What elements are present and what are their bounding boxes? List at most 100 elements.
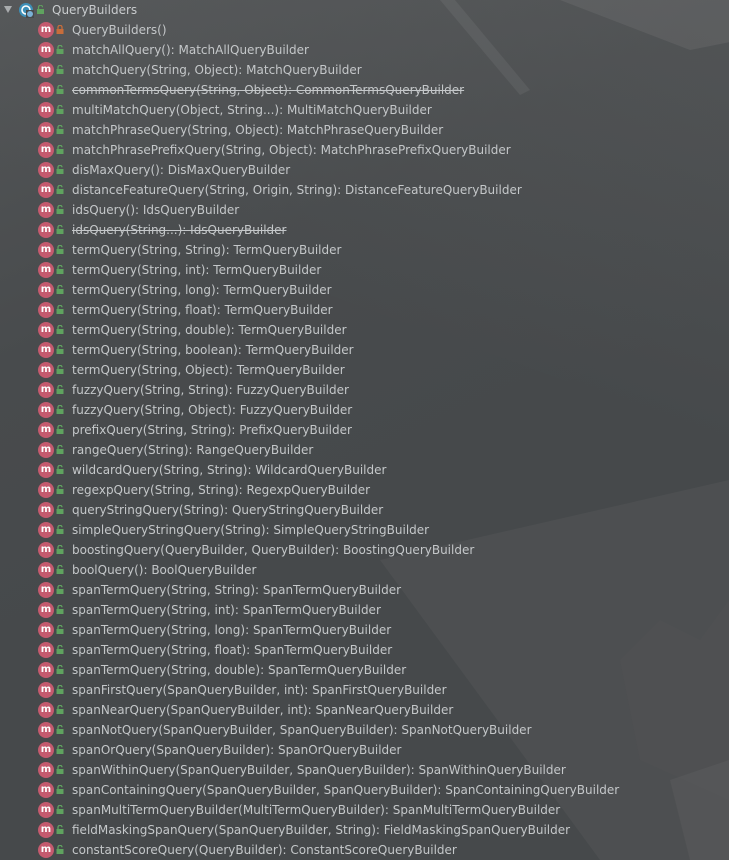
method-row[interactable]: m distanceFeatureQuery(String, Origin, St… (0, 180, 729, 200)
method-icon: m (38, 442, 54, 458)
method-label: spanMultiTermQueryBuilder(MultiTermQuery… (72, 803, 561, 817)
method-row[interactable]: m simpleQueryStringQuery(String): SimpleQ… (0, 520, 729, 540)
method-row[interactable]: m regexpQuery(String, String): RegexpQuer… (0, 480, 729, 500)
method-icon: m (38, 482, 54, 498)
method-row[interactable]: m termQuery(String, long): TermQueryBuild… (0, 280, 729, 300)
tree-root-node[interactable]: QueryBuilders (0, 0, 729, 20)
method-row[interactable]: m spanContainingQuery(SpanQueryBuilder, S… (0, 780, 729, 800)
method-row[interactable]: m spanOrQuery(SpanQueryBuilder): SpanOrQu… (0, 740, 729, 760)
method-row[interactable]: m idsQuery(): IdsQueryBuilder (0, 200, 729, 220)
method-row[interactable]: m rangeQuery(String): RangeQueryBuilder (0, 440, 729, 460)
method-label: boolQuery(): BoolQueryBuilder (72, 563, 257, 577)
method-row[interactable]: m termQuery(String, float): TermQueryBuil… (0, 300, 729, 320)
method-row[interactable]: m fuzzyQuery(String, String): FuzzyQueryB… (0, 380, 729, 400)
method-icon: m (38, 302, 54, 318)
method-icon: m (38, 282, 54, 298)
method-row[interactable]: m boostingQuery(QueryBuilder, QueryBuilde… (0, 540, 729, 560)
method-row[interactable]: m constantScoreQuery(QueryBuilder): Const… (0, 840, 729, 860)
method-label: boostingQuery(QueryBuilder, QueryBuilder… (72, 543, 475, 557)
method-icon: m (38, 402, 54, 418)
method-row[interactable]: m QueryBuilders() (0, 20, 729, 40)
method-icon: m (38, 222, 54, 238)
method-row[interactable]: m boolQuery(): BoolQueryBuilder (0, 560, 729, 580)
method-row[interactable]: m multiMatchQuery(Object, String...): Mul… (0, 100, 729, 120)
method-row[interactable]: m disMaxQuery(): DisMaxQueryBuilder (0, 160, 729, 180)
method-row[interactable]: m matchPhraseQuery(String, Object): Match… (0, 120, 729, 140)
method-row[interactable]: m matchPhrasePrefixQuery(String, Object):… (0, 140, 729, 160)
unlock-icon (56, 405, 64, 414)
method-icon: m (38, 122, 54, 138)
unlock-icon (56, 605, 64, 614)
method-icon: m (38, 62, 54, 78)
method-row[interactable]: m spanNotQuery(SpanQueryBuilder, SpanQuer… (0, 720, 729, 740)
unlock-icon (56, 825, 64, 834)
method-row[interactable]: m matchAllQuery(): MatchAllQueryBuilder (0, 40, 729, 60)
method-row[interactable]: m termQuery(String, Object): TermQueryBui… (0, 360, 729, 380)
unlock-icon (56, 505, 64, 514)
method-row[interactable]: m matchQuery(String, Object): MatchQueryB… (0, 60, 729, 80)
unlock-icon (56, 805, 64, 814)
method-label: termQuery(String, float): TermQueryBuild… (72, 303, 333, 317)
method-label: matchAllQuery(): MatchAllQueryBuilder (72, 43, 309, 57)
unlock-icon (56, 365, 64, 374)
unlock-icon (56, 525, 64, 534)
method-row[interactable]: m spanTermQuery(String, int): SpanTermQue… (0, 600, 729, 620)
method-icon: m (38, 142, 54, 158)
method-row[interactable]: m fieldMaskingSpanQuery(SpanQueryBuilder,… (0, 820, 729, 840)
method-row[interactable]: m spanFirstQuery(SpanQueryBuilder, int): … (0, 680, 729, 700)
unlock-icon (56, 245, 64, 254)
method-row[interactable]: m spanTermQuery(String, long): SpanTermQu… (0, 620, 729, 640)
method-row[interactable]: m spanNearQuery(SpanQueryBuilder, int): S… (0, 700, 729, 720)
unlock-icon (56, 165, 64, 174)
method-row[interactable]: m termQuery(String, double): TermQueryBui… (0, 320, 729, 340)
unlock-icon (56, 765, 64, 774)
unlock-icon (56, 745, 64, 754)
method-label: queryStringQuery(String): QueryStringQue… (72, 503, 384, 517)
method-icon: m (38, 602, 54, 618)
method-icon: m (38, 622, 54, 638)
unlock-icon (56, 85, 64, 94)
unlock-icon (56, 565, 64, 574)
method-label: spanTermQuery(String, long): SpanTermQue… (72, 623, 392, 637)
unlock-icon (56, 325, 64, 334)
method-label: wildcardQuery(String, String): WildcardQ… (72, 463, 387, 477)
method-row[interactable]: m termQuery(String, String): TermQueryBui… (0, 240, 729, 260)
method-row[interactable]: m fuzzyQuery(String, Object): FuzzyQueryB… (0, 400, 729, 420)
method-row[interactable]: m idsQuery(String...): IdsQueryBuilder (0, 220, 729, 240)
unlock-icon (56, 145, 64, 154)
unlock-icon (56, 125, 64, 134)
unlock-icon (56, 465, 64, 474)
unlock-icon (56, 705, 64, 714)
method-row[interactable]: m commonTermsQuery(String, Object): Commo… (0, 80, 729, 100)
method-icon: m (38, 162, 54, 178)
method-row[interactable]: m prefixQuery(String, String): PrefixQuer… (0, 420, 729, 440)
method-row[interactable]: m wildcardQuery(String, String): Wildcard… (0, 460, 729, 480)
method-row[interactable]: m queryStringQuery(String): QueryStringQu… (0, 500, 729, 520)
method-row[interactable]: m termQuery(String, int): TermQueryBuilde… (0, 260, 729, 280)
method-label: termQuery(String, int): TermQueryBuilder (72, 263, 322, 277)
method-row[interactable]: m spanTermQuery(String, double): SpanTerm… (0, 660, 729, 680)
method-label: termQuery(String, boolean): TermQueryBui… (72, 343, 354, 357)
method-row[interactable]: m spanWithinQuery(SpanQueryBuilder, SpanQ… (0, 760, 729, 780)
unlock-icon (56, 45, 64, 54)
method-label: spanTermQuery(String, String): SpanTermQ… (72, 583, 402, 597)
method-icon: m (38, 242, 54, 258)
method-label: spanTermQuery(String, int): SpanTermQuer… (72, 603, 381, 617)
method-label: commonTermsQuery(String, Object): Common… (72, 83, 465, 97)
method-icon: m (38, 762, 54, 778)
method-row[interactable]: m spanTermQuery(String, String): SpanTerm… (0, 580, 729, 600)
method-icon: m (38, 702, 54, 718)
method-row[interactable]: m spanTermQuery(String, float): SpanTermQ… (0, 640, 729, 660)
method-label: spanWithinQuery(SpanQueryBuilder, SpanQu… (72, 763, 566, 777)
triangle-down-icon[interactable] (4, 6, 12, 13)
method-row[interactable]: m termQuery(String, boolean): TermQueryBu… (0, 340, 729, 360)
method-icon: m (38, 262, 54, 278)
method-label: termQuery(String, String): TermQueryBuil… (72, 243, 342, 257)
method-label: distanceFeatureQuery(String, Origin, Str… (72, 183, 522, 197)
method-icon: m (38, 202, 54, 218)
unlock-icon (37, 5, 44, 14)
method-row[interactable]: m spanMultiTermQueryBuilder(MultiTermQuer… (0, 800, 729, 820)
method-label: rangeQuery(String): RangeQueryBuilder (72, 443, 314, 457)
method-label: fuzzyQuery(String, String): FuzzyQueryBu… (72, 383, 349, 397)
method-label: spanOrQuery(SpanQueryBuilder): SpanOrQue… (72, 743, 402, 757)
